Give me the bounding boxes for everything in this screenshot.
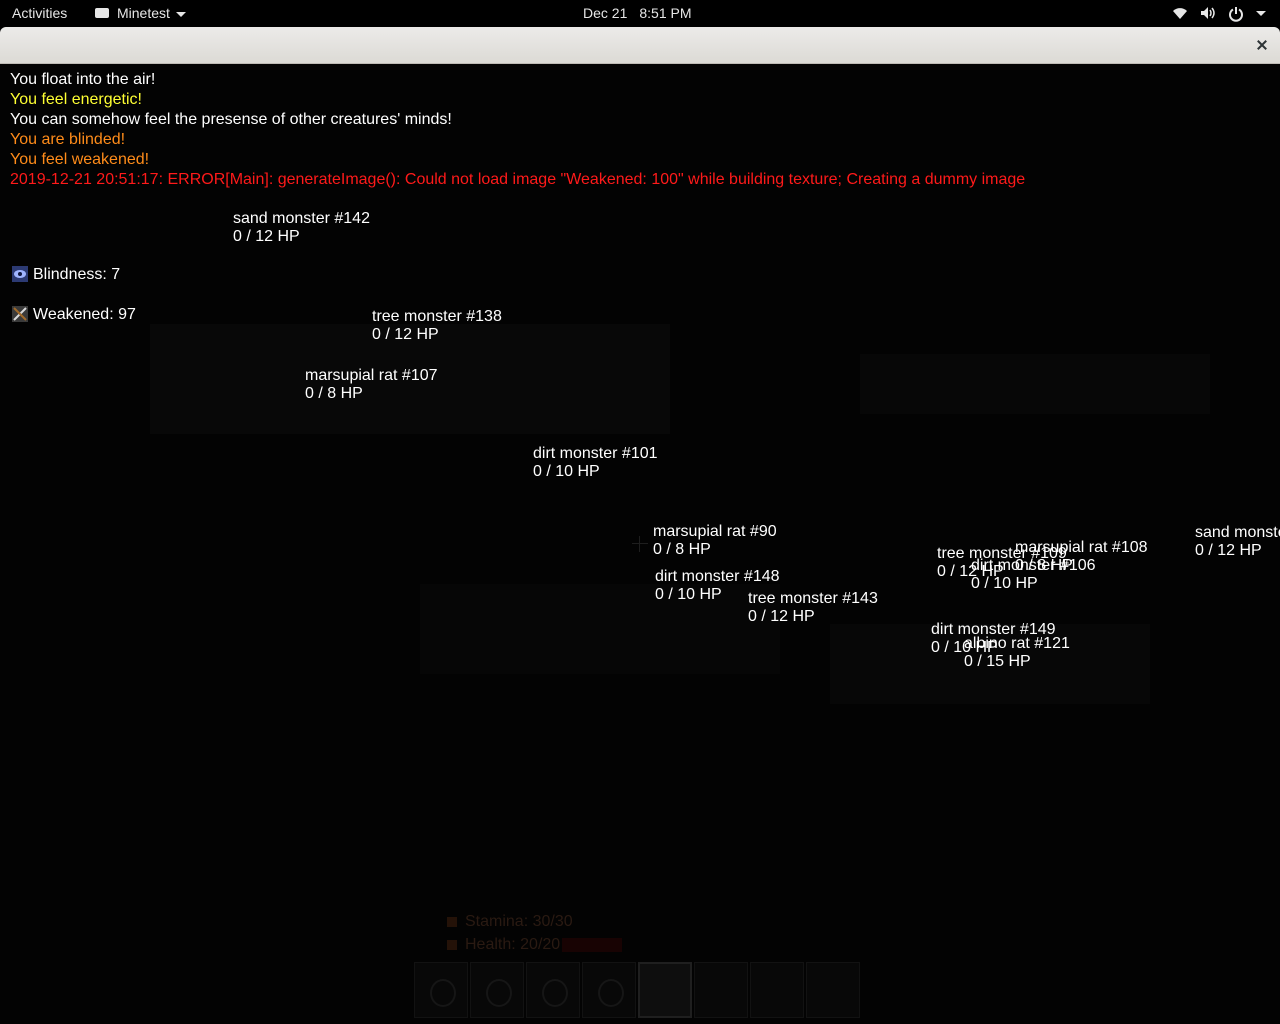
chevron-down-icon	[1256, 11, 1266, 16]
heart-icon	[447, 939, 457, 950]
hotbar-slot[interactable]	[750, 962, 804, 1018]
health-bar: Health: 20/20	[447, 935, 622, 955]
hotbar-slot[interactable]	[470, 962, 524, 1018]
minetest-app-icon	[95, 8, 109, 19]
hotbar-slot[interactable]	[526, 962, 580, 1018]
clock-time: 8:51 PM	[639, 5, 692, 21]
hotbar-item-icon	[598, 979, 624, 1007]
entity-hp: 0 / 12 HP	[748, 608, 815, 625]
entity-nametag: marsupial rat #90 0 / 8 HP	[653, 523, 777, 559]
status-effect-blindness: Blindness: 7	[12, 265, 121, 284]
chat-message: You feel energetic!	[10, 91, 142, 108]
stamina-bar: Stamina: 30/30	[447, 912, 573, 932]
hotbar-slot[interactable]	[414, 962, 468, 1018]
hotbar-slot[interactable]	[694, 962, 748, 1018]
app-menu[interactable]: Minetest	[95, 0, 186, 27]
effect-label: Weakened: 97	[33, 306, 136, 323]
hotbar-slot[interactable]	[806, 962, 860, 1018]
entity-name: dirt monster #101	[533, 445, 658, 462]
entity-name: albino rat #121	[964, 635, 1070, 652]
entity-nametag: sand monster0 / 12 HP	[1195, 524, 1280, 560]
entity-hp: 0 / 12 HP	[233, 228, 300, 245]
entity-nametag: dirt monster #106 0 / 10 HP	[971, 557, 1096, 593]
health-bar-fill	[562, 938, 622, 952]
entity-hp: 0 / 12 HP	[1195, 542, 1262, 559]
entity-hp: 0 / 10 HP	[971, 575, 1038, 592]
clock[interactable]: Dec 21 8:51 PM	[583, 0, 692, 27]
entity-name: sand monster	[1195, 524, 1280, 541]
entity-name: tree monster #143	[748, 590, 878, 607]
chat-message: You feel weakened!	[10, 151, 150, 168]
entity-hp: 0 / 8 HP	[305, 385, 363, 402]
broken-sword-icon	[12, 305, 28, 322]
eye-icon	[12, 265, 28, 282]
chat-message: 2019-12-21 20:51:17: ERROR[Main]: genera…	[10, 171, 1026, 188]
chevron-down-icon	[175, 11, 186, 17]
volume-icon	[1201, 7, 1215, 19]
crosshair	[639, 536, 640, 552]
entity-hp: 0 / 8 HP	[653, 541, 711, 558]
hotbar[interactable]	[414, 962, 866, 1020]
game-viewport[interactable]: You float into the air! You feel energeti…	[0, 64, 1280, 1024]
health-label: Health: 20/20	[465, 936, 561, 953]
hotbar-slot[interactable]	[638, 962, 692, 1018]
activities-button[interactable]: Activities	[12, 0, 67, 27]
hotbar-item-icon	[542, 979, 568, 1007]
entity-nametag: dirt monster #101 0 / 10 HP	[533, 445, 658, 481]
effect-label: Blindness: 7	[33, 266, 121, 283]
entity-nametag: tree monster #143 0 / 12 HP	[748, 590, 878, 626]
hotbar-slot[interactable]	[582, 962, 636, 1018]
window-titlebar	[0, 27, 1280, 64]
entity-nametag: tree monster #138 0 / 12 HP	[372, 308, 502, 344]
entity-nametag: albino rat #121 0 / 15 HP	[964, 635, 1070, 671]
chat-message: You float into the air!	[10, 71, 156, 88]
chat-message: You are blinded!	[10, 131, 126, 148]
terrain-silhouette	[860, 354, 1210, 414]
chat-message: You can somehow feel the presense of oth…	[10, 111, 452, 128]
entity-nametag: marsupial rat #107 0 / 8 HP	[305, 367, 438, 403]
entity-hp: 0 / 15 HP	[964, 653, 1031, 670]
crosshair	[632, 543, 648, 544]
close-icon[interactable]	[1254, 37, 1270, 53]
hotbar-item-icon	[430, 979, 456, 1007]
status-effect-weakened: Weakened: 97	[12, 305, 136, 324]
entity-nametag: sand monster #142 0 / 12 HP	[233, 210, 370, 246]
entity-name: tree monster #138	[372, 308, 502, 325]
stamina-label: Stamina: 30/30	[465, 913, 573, 930]
system-menu[interactable]	[1172, 0, 1272, 27]
entity-name: marsupial rat #107	[305, 367, 438, 384]
entity-name: dirt monster #148	[655, 568, 780, 585]
entity-name: dirt monster #106	[971, 557, 1096, 574]
entity-name: marsupial rat #108	[1015, 539, 1148, 556]
app-menu-label: Minetest	[117, 5, 170, 21]
stamina-icon	[447, 916, 457, 927]
clock-date: Dec 21	[583, 5, 628, 21]
hotbar-item-icon	[486, 979, 512, 1007]
entity-hp: 0 / 10 HP	[533, 463, 600, 480]
chat-log: You float into the air! You feel energeti…	[10, 70, 1025, 190]
entity-hp: 0 / 12 HP	[372, 326, 439, 343]
entity-name: sand monster #142	[233, 210, 370, 227]
entity-name: marsupial rat #90	[653, 523, 777, 540]
wifi-icon	[1173, 8, 1187, 19]
power-icon	[1229, 7, 1243, 22]
system-top-bar: Activities Minetest Dec 21 8:51 PM	[0, 0, 1280, 27]
